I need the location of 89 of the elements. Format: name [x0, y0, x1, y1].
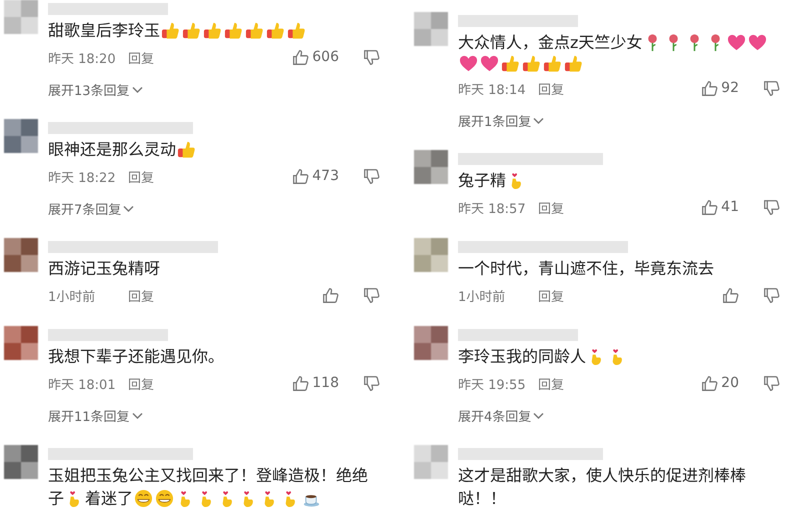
chevron-down-icon [533, 412, 544, 420]
thumbs-up-icon [203, 21, 222, 40]
timestamp: 昨天 18:01 [48, 376, 117, 392]
comment-text: 李玲玉我的同龄人 [458, 346, 586, 368]
dislike-icon [763, 80, 780, 96]
chevron-down-icon [132, 412, 143, 420]
dislike-icon [763, 198, 780, 216]
expand-replies-button[interactable]: 展开11条回复 [48, 406, 143, 425]
like-icon [292, 168, 310, 184]
timestamp: 昨天 18:57 [458, 200, 527, 216]
thumbs-up-icon [564, 54, 583, 73]
timestamp: 昨天 18:22 [48, 170, 117, 186]
reply-link[interactable]: 回复 [538, 286, 564, 304]
like-icon [701, 198, 718, 216]
comment-text: 玉姐把玉兔公主又找回来了！登峰造极！绝绝 [48, 465, 368, 487]
heart-icon [459, 54, 478, 73]
dislike-button[interactable] [763, 374, 780, 392]
dislike-icon [363, 286, 380, 304]
like-button[interactable] [722, 286, 739, 304]
comment-text: 这才是甜歌大家，使人快乐的促进剂棒棒 [458, 465, 746, 487]
grinning-icon [155, 489, 174, 508]
comment-text: 我想下辈子还能遇见你。 [48, 346, 224, 368]
comment-text: 大众情人，金点z天竺少女 [458, 32, 642, 54]
heart-icon [727, 33, 746, 52]
thumbs-up-icon [177, 140, 196, 159]
comment-text: 哒！！ [458, 488, 506, 510]
expand-replies-button[interactable]: 展开7条回复 [48, 199, 134, 218]
like-button[interactable]: 92 [701, 80, 739, 96]
dislike-button[interactable] [363, 374, 380, 392]
dislike-button[interactable] [763, 286, 780, 304]
thumbs-up-icon [245, 21, 264, 40]
dislike-button[interactable] [363, 168, 380, 184]
like-button[interactable]: 41 [701, 198, 739, 216]
reply-link[interactable]: 回复 [128, 48, 154, 66]
reply-link[interactable]: 回复 [128, 286, 154, 304]
grinning-icon [134, 489, 154, 508]
like-button[interactable]: 606 [292, 48, 339, 66]
dislike-icon [363, 168, 380, 184]
comment-text: 西游记玉兔精呀 [48, 258, 160, 280]
timestamp: 昨天 18:14 [458, 82, 527, 98]
thumbs-up-icon [182, 21, 202, 40]
thumbs-up-icon [543, 54, 562, 73]
comment-text: 一个时代，青山遮不住，毕竟东流去 [458, 258, 714, 280]
thumbs-up-icon [522, 54, 541, 73]
dislike-button[interactable] [363, 48, 380, 66]
dislike-icon [763, 286, 780, 304]
reply-link[interactable]: 回复 [538, 198, 564, 216]
comment-text: 甜歌皇后李玲玉 [48, 20, 160, 42]
thumbs-up-icon [287, 21, 306, 40]
expand-replies-button[interactable]: 展开1条回复 [458, 111, 544, 130]
comment-text: 兔子精 [458, 170, 506, 192]
timestamp: 1小时前 [48, 288, 96, 304]
like-button[interactable]: 20 [701, 374, 739, 392]
timestamp: 昨天 18:20 [48, 50, 117, 66]
dislike-button[interactable] [363, 286, 380, 304]
timestamp: 昨天 19:55 [458, 376, 527, 392]
thumbs-up-icon [266, 21, 286, 40]
chevron-down-icon [533, 116, 544, 124]
reply-link[interactable]: 回复 [538, 374, 564, 392]
reply-link[interactable]: 回复 [128, 374, 154, 392]
like-button[interactable] [322, 286, 339, 304]
like-button[interactable]: 118 [292, 374, 339, 392]
thumbs-up-icon [501, 54, 520, 73]
thumbs-up-icon [224, 21, 244, 40]
expand-replies-button[interactable]: 展开13条回复 [48, 80, 143, 99]
like-button[interactable]: 473 [292, 168, 339, 184]
heart-icon [480, 54, 499, 73]
chevron-down-icon [123, 204, 134, 212]
comment-text: 子 [48, 488, 64, 510]
reply-link[interactable]: 回复 [128, 166, 154, 186]
dislike-icon [763, 374, 780, 392]
heart-icon [748, 33, 768, 52]
comment-text: 眼神还是那么灵动 [48, 139, 176, 161]
dislike-icon [363, 48, 380, 66]
like-icon [292, 374, 310, 392]
comment-text: 着迷了 [85, 488, 134, 510]
like-icon [722, 286, 739, 304]
like-icon [322, 286, 339, 304]
reply-link[interactable]: 回复 [538, 78, 564, 98]
dislike-button[interactable] [763, 198, 780, 216]
chevron-down-icon [132, 86, 143, 94]
like-icon [292, 48, 310, 66]
expand-replies-button[interactable]: 展开4条回复 [458, 406, 544, 425]
dislike-icon [363, 374, 380, 392]
timestamp: 1小时前 [458, 288, 506, 304]
like-icon [701, 80, 718, 96]
dislike-button[interactable] [763, 80, 780, 96]
like-icon [701, 374, 718, 392]
thumbs-up-icon [161, 21, 180, 40]
